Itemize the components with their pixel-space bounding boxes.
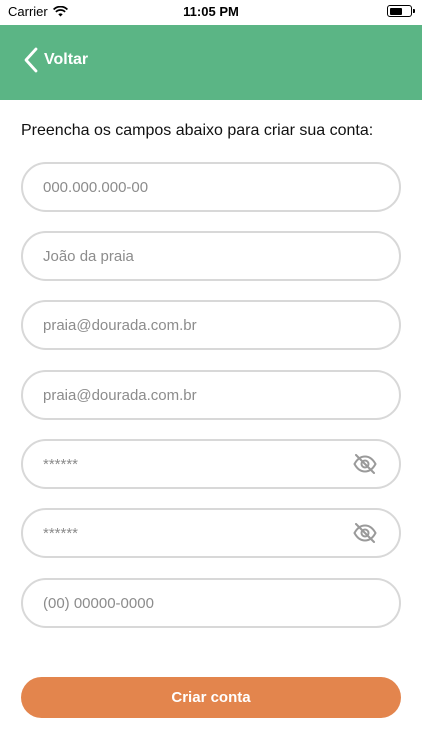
name-field[interactable]	[21, 231, 401, 281]
header-bar: Voltar	[0, 25, 422, 100]
create-account-button[interactable]: Criar conta	[21, 677, 401, 718]
cpf-field[interactable]	[21, 162, 401, 212]
email-field[interactable]	[21, 300, 401, 350]
email-input[interactable]	[43, 302, 353, 348]
cpf-input[interactable]	[43, 164, 353, 210]
back-label: Voltar	[44, 51, 89, 68]
email-confirm-field[interactable]	[21, 370, 401, 420]
password-confirm-field[interactable]	[21, 508, 401, 558]
password-field[interactable]	[21, 439, 401, 489]
chevron-left-icon	[24, 47, 38, 73]
name-input[interactable]	[43, 233, 353, 279]
phone-field[interactable]	[21, 578, 401, 628]
battery-icon	[387, 5, 415, 17]
email-confirm-input[interactable]	[43, 372, 353, 418]
eye-off-icon[interactable]	[353, 523, 377, 543]
password-confirm-input[interactable]	[43, 510, 353, 556]
battery-level	[389, 7, 402, 15]
phone-input[interactable]	[43, 580, 353, 626]
form-instructions: Preencha os campos abaixo para criar sua…	[21, 122, 374, 139]
status-time: 11:05 PM	[183, 4, 239, 19]
eye-off-icon[interactable]	[353, 454, 377, 474]
status-bar: Carrier 11:05 PM	[0, 0, 422, 24]
back-button[interactable]: Voltar	[24, 47, 88, 73]
password-input[interactable]	[43, 441, 353, 487]
